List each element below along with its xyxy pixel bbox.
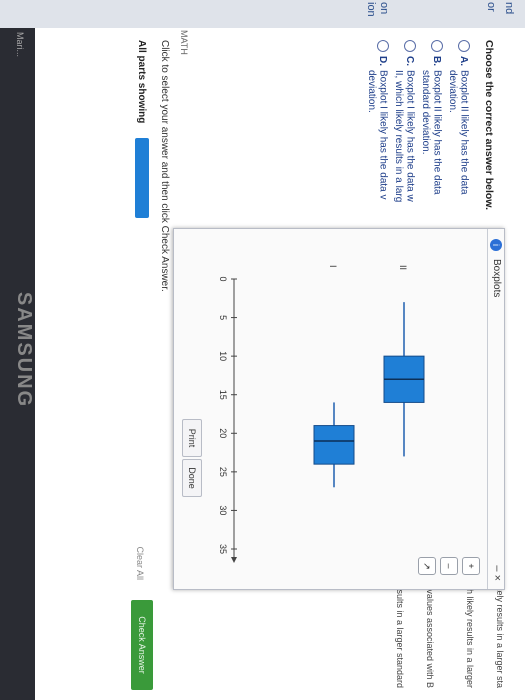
instruction-text: Click to select your answer and then cli…: [159, 40, 170, 292]
window-controls[interactable]: – ×: [491, 565, 503, 581]
x-tick-label: 0: [218, 276, 228, 281]
boxplot-chart: 05101520253035I II: [218, 265, 425, 563]
brand-logo: SAMSUNG: [13, 291, 35, 409]
parts-showing: All parts showing: [136, 40, 147, 124]
series-label: I: [328, 265, 338, 268]
boxplots-dialog: i Boxplots – × + – ↗ 0 5 10 15 20 25 30 35 I II P…: [173, 228, 505, 590]
print-button[interactable]: Print: [182, 419, 202, 457]
option-text-2: standard deviation.: [420, 70, 431, 155]
option-b[interactable]: B. Boxplot II likely has the data standar…: [420, 40, 443, 210]
left-strip: nd or on ion: [0, 0, 525, 28]
left-fragment: on: [378, 2, 390, 15]
option-a[interactable]: A. Boxplot II likely has the data deviati…: [447, 40, 470, 210]
left-fragment: ion: [365, 2, 377, 17]
footer-label: MATH: [179, 30, 189, 55]
x-tick-label: 25: [218, 467, 228, 477]
page: nd or on ion Choose the correct answer b…: [0, 0, 525, 700]
option-text-2: deviation.: [366, 70, 377, 113]
dialog-title: Boxplots: [491, 259, 502, 298]
option-letter: D.: [377, 56, 389, 66]
radio-d[interactable]: [377, 40, 389, 52]
done-button[interactable]: Done: [182, 459, 202, 497]
clear-all-button[interactable]: Clear All: [135, 546, 145, 580]
x-axis-arrow: [231, 557, 237, 563]
left-fragment: or: [485, 2, 497, 12]
screen: nd or on ion Choose the correct answer b…: [0, 0, 525, 700]
option-text-2: deviation.: [447, 70, 458, 113]
left-fragment: nd: [503, 2, 515, 15]
option-text: Boxplot II likely has the data: [431, 70, 443, 195]
option-text: Boxplot I likely has the data w: [404, 70, 416, 202]
option-letter: A.: [458, 56, 470, 66]
dialog-header: i Boxplots – ×: [487, 229, 504, 589]
option-d[interactable]: D. Boxplot I likely has the data v deviat…: [366, 40, 389, 210]
option-c[interactable]: C. Boxplot I likely has the data w II, wh…: [393, 40, 416, 210]
option-text-2: II, which likely results in a larg: [393, 70, 404, 203]
x-tick-label: 5: [218, 315, 228, 320]
check-answer-button[interactable]: Check Answer: [131, 600, 153, 690]
progress-bar: [135, 138, 149, 218]
radio-c[interactable]: [404, 40, 416, 52]
option-letter: B.: [431, 56, 443, 66]
x-tick-label: 30: [218, 505, 228, 515]
x-tick-label: 20: [218, 428, 228, 438]
option-text: Boxplot I likely has the data v: [377, 70, 389, 200]
option-letter: C.: [404, 56, 416, 66]
option-text: Boxplot II likely has the data: [458, 70, 470, 195]
radio-a[interactable]: [458, 40, 470, 52]
question-prompt: Choose the correct answer below.: [483, 40, 495, 210]
question-panel: Choose the correct answer below. A. Boxpl…: [35, 28, 525, 700]
box: [313, 425, 355, 465]
x-tick-label: 35: [218, 544, 228, 554]
radio-b[interactable]: [431, 40, 443, 52]
series-label: II: [398, 265, 408, 270]
x-tick-label: 10: [218, 351, 228, 361]
x-tick-label: 15: [218, 390, 228, 400]
info-icon: i: [490, 239, 502, 251]
